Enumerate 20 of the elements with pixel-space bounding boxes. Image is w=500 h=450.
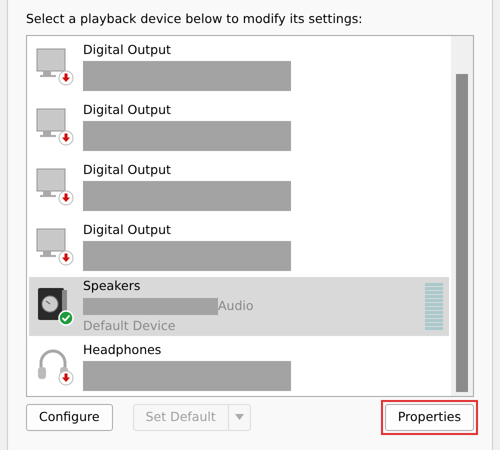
- device-name: Speakers: [83, 277, 142, 296]
- device-item[interactable]: Headphones: [29, 336, 449, 396]
- device-item[interactable]: Digital Output: [29, 156, 449, 216]
- caret-icon: [234, 414, 244, 420]
- device-state: Default Device: [83, 316, 176, 335]
- dialog-button[interactable]: Properties: [384, 404, 474, 430]
- dialog-button[interactable]: Configure: [26, 404, 113, 430]
- device-name: Digital Output: [83, 41, 172, 60]
- device-item[interactable]: Digital Output: [29, 216, 449, 276]
- scrollbar[interactable]: [451, 36, 473, 396]
- device-item[interactable]: Speakers Audio Default Device: [29, 276, 449, 336]
- device-item[interactable]: Digital Output: [29, 36, 449, 96]
- device-name: Digital Output: [83, 221, 172, 240]
- device-name: Digital Output: [83, 101, 172, 120]
- level-meter: [425, 282, 443, 330]
- device-name: Headphones: [83, 341, 162, 360]
- device-name: Digital Output: [83, 161, 172, 180]
- device-item[interactable]: Digital Output: [29, 96, 449, 156]
- device-description: Audio: [218, 296, 254, 315]
- instruction-text: Select a playback device below to modify its settings:: [26, 10, 364, 28]
